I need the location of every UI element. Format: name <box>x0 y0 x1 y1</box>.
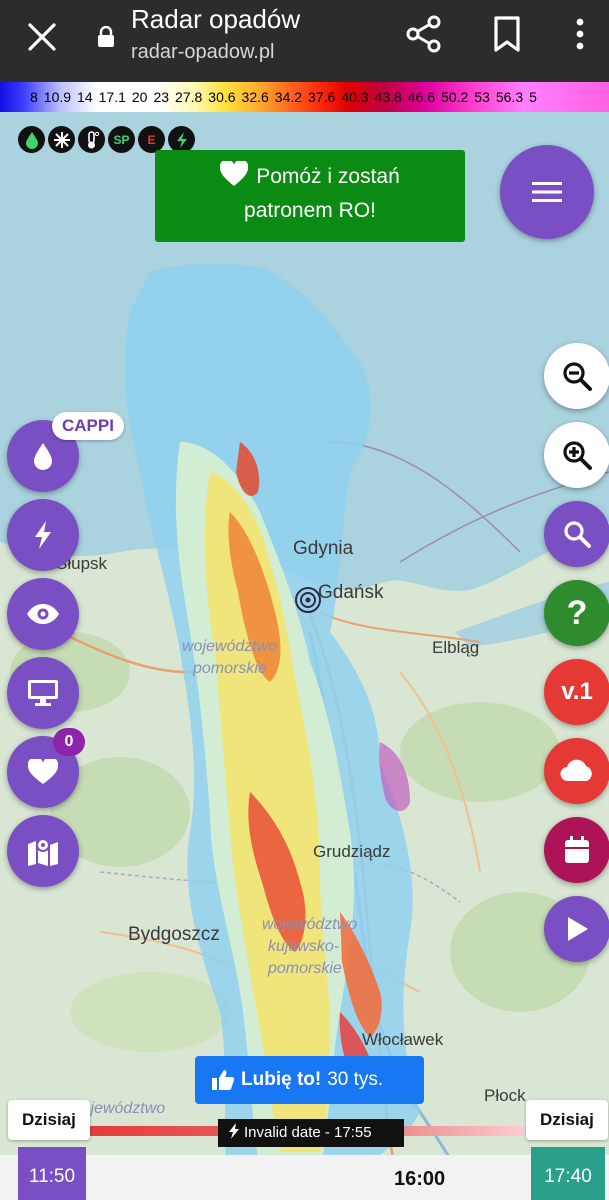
cloud-button[interactable] <box>544 738 609 804</box>
legend-value: 56.3 <box>495 89 524 105</box>
thermometer-icon[interactable] <box>78 126 105 153</box>
lock-icon <box>98 26 114 47</box>
browser-toolbar: Radar opadów radar-opadow.pl <box>0 0 609 82</box>
map-layer <box>0 112 609 1200</box>
play-icon <box>568 917 588 941</box>
map-region-pomorskie-2: pomorskie <box>193 660 267 677</box>
map-label-grudziadz: Grudziądz <box>313 842 391 861</box>
bolt-icon <box>35 521 51 549</box>
e-icon[interactable]: E <box>138 126 165 153</box>
timeline-start-day: Dzisiaj <box>8 1100 90 1140</box>
eye-icon <box>27 604 59 624</box>
version-button[interactable]: v.1 <box>544 659 609 725</box>
rain-drop-icon[interactable] <box>18 126 45 153</box>
cloud-icon <box>560 759 592 782</box>
legend-value: 30.6 <box>208 89 236 105</box>
timeline-start-time[interactable]: 11:50 <box>18 1147 86 1200</box>
facebook-like-button[interactable]: Lubię to! 30 tys. <box>195 1056 424 1104</box>
timeline-end-day: Dzisiaj <box>526 1100 608 1140</box>
legend-value: 53 <box>474 89 490 105</box>
legend-value: 46.6 <box>407 89 436 105</box>
legend-value: 27.8 <box>175 89 203 105</box>
legend-value: 37.6 <box>308 89 336 105</box>
favorites-count-badge: 0 <box>53 728 85 756</box>
map-region-kp-2: kujawsko- <box>268 938 340 955</box>
legend-value: 10.9 <box>43 89 72 105</box>
search-icon <box>564 521 591 548</box>
map-label-gdynia: Gdynia <box>293 538 354 559</box>
page-title[interactable]: Radar opadów <box>131 4 300 35</box>
legend-value: 32.6 <box>241 89 269 105</box>
like-label: Lubię to! <box>241 1069 322 1090</box>
help-button[interactable]: ? <box>544 580 609 646</box>
thumbs-up-icon <box>212 1070 235 1090</box>
map-region-kp-1: województwo <box>262 916 358 933</box>
heart-icon <box>220 161 249 186</box>
precipitation-legend: 8 10.9 14 17.1 20 23 27.8 30.6 32.6 34.2 37.6 40.3 4… <box>0 82 609 112</box>
map-label-plock: Płock <box>484 1086 526 1105</box>
legend-value: 40.3 <box>341 89 369 105</box>
patron-line-1: Pomóż i zostań <box>256 165 400 188</box>
like-count: 30 tys. <box>327 1069 384 1090</box>
version-label: v.1 <box>561 678 593 705</box>
legend-value: 17.1 <box>98 89 126 105</box>
more-vert-icon[interactable] <box>566 14 594 54</box>
patron-line-2: patronem RO! <box>244 199 376 222</box>
snowflake-icon[interactable] <box>48 126 75 153</box>
calendar-icon <box>565 836 589 863</box>
map-region-pomorskie-1: województwo <box>182 638 278 655</box>
zoom-in-icon <box>563 441 592 470</box>
drop-icon <box>34 443 52 470</box>
share-icon[interactable] <box>404 14 444 54</box>
map-label-wloclawek: Włocławek <box>362 1030 444 1049</box>
legend-value: 43.8 <box>374 89 402 105</box>
legend-value: 50.2 <box>441 89 469 105</box>
map-layer-button[interactable] <box>7 815 79 887</box>
heart-icon <box>28 759 58 784</box>
page-url[interactable]: radar-opadow.pl <box>131 41 274 64</box>
map-label-bydgoszcz: Bydgoszcz <box>128 924 220 945</box>
map-label-gdansk: Gdańsk <box>318 582 384 603</box>
map-label-elblag: Elbląg <box>432 638 480 657</box>
current-time-text: Invalid date - 17:55 <box>244 1124 372 1141</box>
zoom-out-icon <box>563 362 592 391</box>
display-button[interactable] <box>7 657 79 729</box>
search-button[interactable] <box>544 501 609 567</box>
legend-value: 14 <box>77 89 93 105</box>
radar-map[interactable]: Gdynia Gdańsk Słupsk Elbląg Grudziądz By… <box>0 112 609 1200</box>
current-time-label: Invalid date - 17:55 <box>218 1119 404 1147</box>
map-region-kp-3: pomorskie <box>268 960 342 977</box>
bolt-icon <box>229 1123 239 1139</box>
zoom-out-button[interactable] <box>544 343 609 409</box>
cappi-label[interactable]: CAPPI <box>52 412 124 440</box>
map-marker-icon <box>28 838 58 866</box>
lightning-layer-button[interactable] <box>7 499 79 571</box>
view-button[interactable] <box>7 578 79 650</box>
timeline-strip[interactable] <box>0 1155 609 1200</box>
sp-icon[interactable]: SP <box>108 126 135 153</box>
lightning-icon[interactable] <box>168 126 195 153</box>
menu-button[interactable] <box>500 145 594 239</box>
legend-value: 8 <box>30 89 38 105</box>
layer-status-icons: SP E <box>18 126 195 153</box>
timeline-end-time[interactable]: 17:40 <box>531 1147 605 1200</box>
timeline-mid-time: 16:00 <box>394 1168 446 1190</box>
bookmark-icon[interactable] <box>489 14 525 54</box>
zoom-in-button[interactable] <box>544 422 609 488</box>
help-label: ? <box>566 593 588 632</box>
legend-value: 5 <box>529 89 537 105</box>
monitor-icon <box>28 680 58 706</box>
calendar-button[interactable] <box>544 817 609 883</box>
legend-value: 23 <box>153 89 170 105</box>
hamburger-icon <box>532 182 562 202</box>
patron-banner[interactable]: Pomóż i zostań patronem RO! <box>155 150 465 242</box>
legend-value: 20 <box>131 89 148 105</box>
close-icon[interactable] <box>22 17 62 57</box>
play-button[interactable] <box>544 896 609 962</box>
legend-value: 34.2 <box>274 89 303 105</box>
